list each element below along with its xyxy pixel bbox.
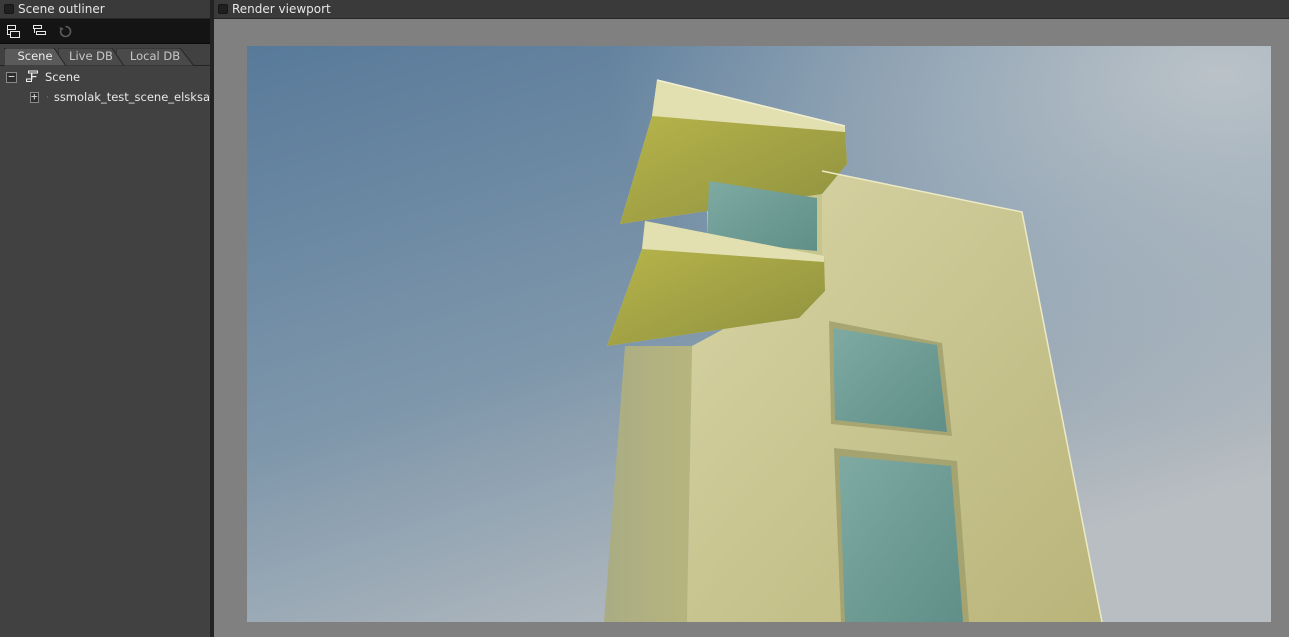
scene-outliner-header: Scene outliner [0, 0, 210, 19]
expand-toggle-icon[interactable]: + [30, 91, 39, 103]
expand-all-icon [6, 24, 20, 38]
render-viewport-panel: Render viewport [214, 0, 1289, 637]
render-viewport-header: Render viewport [214, 0, 1289, 19]
tab-local-db[interactable]: Local DB [116, 48, 194, 66]
refresh-icon [58, 25, 71, 37]
render-viewport-title: Render viewport [232, 2, 331, 16]
scene-outliner-title: Scene outliner [18, 2, 105, 16]
tab-live-db[interactable]: Live DB [58, 48, 124, 66]
refresh-button[interactable] [57, 23, 73, 39]
panel-float-toggle[interactable] [218, 4, 228, 14]
tab-live-db-label: Live DB [69, 49, 113, 63]
tree-item-ssmolak-test-scene[interactable]: + ssmolak_test_scene_elsksa [0, 87, 210, 107]
tab-scene-label: Scene [17, 49, 53, 63]
outliner-toolbar [0, 19, 210, 44]
collapse-all-icon [32, 24, 46, 35]
collapse-toggle-icon[interactable]: − [6, 71, 17, 83]
panel-float-toggle[interactable] [4, 4, 14, 14]
tab-scene[interactable]: Scene [4, 48, 66, 66]
expand-all-button[interactable] [5, 23, 21, 39]
tree-item-ssmolak-test-scene-label: ssmolak_test_scene_elsksa [53, 90, 210, 104]
scene-outliner-panel: Scene outliner Scene Live DB Local DB − … [0, 0, 210, 637]
tab-local-db-label: Local DB [129, 49, 181, 63]
render-image[interactable] [247, 46, 1271, 622]
scene-node-icon [46, 96, 48, 98]
collapse-all-button[interactable] [31, 23, 47, 39]
scene-tree: − Scene + ssmolak_test_scene_elsksa [0, 66, 210, 107]
scene-node-icon [26, 70, 38, 82]
tree-item-scene-label: Scene [45, 70, 81, 84]
outliner-tabs: Scene Live DB Local DB [0, 44, 210, 66]
tree-item-scene[interactable]: − Scene [0, 67, 210, 87]
rendered-building-image [247, 46, 1271, 622]
